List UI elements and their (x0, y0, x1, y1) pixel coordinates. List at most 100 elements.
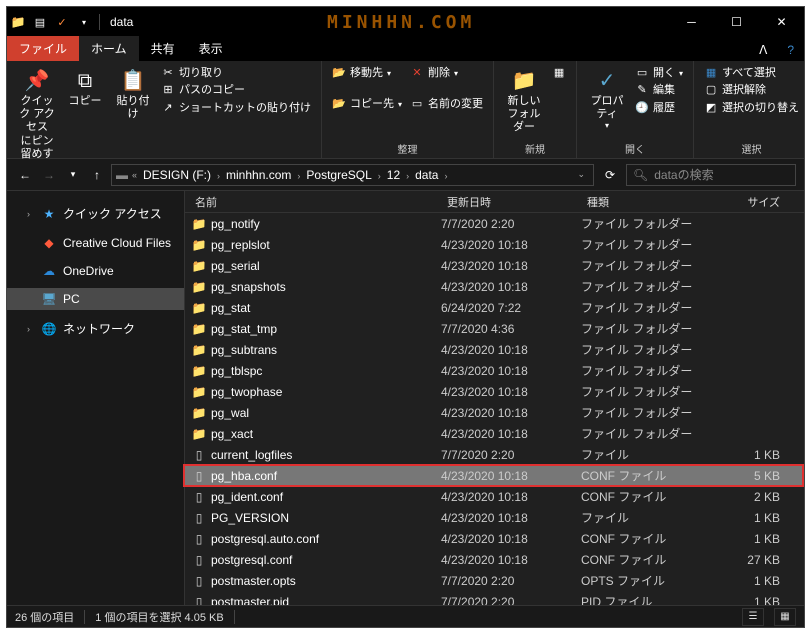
col-size[interactable]: サイズ (707, 194, 804, 210)
paste-shortcut-button[interactable]: ↗ショートカットの貼り付け (161, 100, 311, 117)
file-icon: ▯ (189, 469, 209, 483)
col-name[interactable]: 名前 (185, 194, 437, 210)
file-row[interactable]: ▯postmaster.pid7/7/2020 2:20PID ファイル1 KB (185, 591, 804, 605)
tab-view[interactable]: 表示 (187, 36, 235, 61)
file-row[interactable]: 📁pg_wal4/23/2020 10:18ファイル フォルダー (185, 402, 804, 423)
file-row[interactable]: 📁pg_notify7/7/2020 2:20ファイル フォルダー (185, 213, 804, 234)
file-row[interactable]: ▯postgresql.auto.conf4/23/2020 10:18CONF… (185, 528, 804, 549)
recent-dropdown[interactable]: ▾ (63, 169, 83, 180)
qat-dropdown-icon[interactable]: ▾ (73, 18, 95, 27)
pc-icon: 🖥 (41, 292, 57, 306)
nav-item-cc[interactable]: ◆Creative Cloud Files (7, 232, 184, 254)
new-item-button[interactable]: ▦ (552, 65, 566, 82)
maximize-button[interactable]: ☐ (714, 7, 759, 37)
delete-button[interactable]: ✕削除 ▾ (410, 65, 483, 82)
nav-item-pc[interactable]: 🖥PC (7, 288, 184, 310)
file-row[interactable]: ▯postmaster.opts7/7/2020 2:20OPTS ファイル1 … (185, 570, 804, 591)
col-type[interactable]: 種類 (577, 194, 707, 210)
file-row[interactable]: 📁pg_subtrans4/23/2020 10:18ファイル フォルダー (185, 339, 804, 360)
file-size: 1 KB (711, 532, 804, 546)
file-date: 4/23/2020 10:18 (441, 280, 581, 294)
titlebar[interactable]: 📁 ▤ ✓ ▾ data MINHHN.COM ─ ☐ ✕ (7, 7, 804, 37)
file-row[interactable]: 📁pg_serial4/23/2020 10:18ファイル フォルダー (185, 255, 804, 276)
copy-button[interactable]: ⧉コピー (61, 63, 109, 112)
od-icon: ☁ (41, 264, 57, 278)
back-button[interactable]: ← (15, 168, 35, 182)
file-list[interactable]: 📁pg_notify7/7/2020 2:20ファイル フォルダー📁pg_rep… (185, 213, 804, 605)
nav-item-star[interactable]: ›★クイック アクセス (7, 201, 184, 226)
file-type: CONF ファイル (581, 488, 711, 505)
move-to-button[interactable]: 📂移動先 ▾ (332, 65, 402, 82)
tab-file[interactable]: ファイル (7, 36, 79, 61)
copy-path-button[interactable]: ⊞パスのコピー (161, 82, 311, 99)
nav-item-od[interactable]: ☁OneDrive (7, 260, 184, 282)
select-none-button[interactable]: ▢選択解除 (704, 82, 799, 99)
file-row[interactable]: 📁pg_snapshots4/23/2020 10:18ファイル フォルダー (185, 276, 804, 297)
ribbon-collapse-icon[interactable]: ᐱ (749, 39, 777, 61)
breadcrumb-item[interactable]: DESIGN (F:) (141, 168, 213, 182)
chevron-right-icon[interactable]: › (440, 171, 451, 181)
file-row[interactable]: 📁pg_stat_tmp7/7/2020 4:36ファイル フォルダー (185, 318, 804, 339)
file-row[interactable]: ▯postgresql.conf4/23/2020 10:18CONF ファイル… (185, 549, 804, 570)
file-row[interactable]: 📁pg_tblspc4/23/2020 10:18ファイル フォルダー (185, 360, 804, 381)
group-label: 新規 (500, 139, 570, 158)
chevron-right-icon[interactable]: › (213, 171, 224, 181)
open-button[interactable]: ▭開く ▾ (635, 65, 683, 82)
file-type: ファイル (581, 446, 711, 463)
chevron-right-icon[interactable]: › (402, 171, 413, 181)
icons-view-button[interactable]: ▦ (774, 608, 796, 626)
select-all-button[interactable]: ▦すべて選択 (704, 65, 799, 82)
qat-newfolder-icon[interactable]: ✓ (51, 16, 73, 29)
navigation-pane[interactable]: ›★クイック アクセス ◆Creative Cloud Files ☁OneDriv… (7, 191, 185, 605)
group-label: 開く (583, 139, 687, 158)
nav-item-net[interactable]: ›🌐ネットワーク (7, 316, 184, 341)
paste-button[interactable]: 📋貼り付け (109, 63, 157, 125)
file-date: 7/7/2020 2:20 (441, 217, 581, 231)
invert-selection-button[interactable]: ◩選択の切り替え (704, 100, 799, 117)
file-row[interactable]: 📁pg_xact4/23/2020 10:18ファイル フォルダー (185, 423, 804, 444)
status-bar: 26 個の項目 1 個の項目を選択 4.05 KB ☰ ▦ (7, 605, 804, 627)
file-row[interactable]: 📁pg_stat6/24/2020 7:22ファイル フォルダー (185, 297, 804, 318)
refresh-button[interactable]: ⟳ (598, 168, 622, 182)
col-date[interactable]: 更新日時 (437, 194, 577, 210)
address-dropdown-icon[interactable]: ⌄ (573, 169, 589, 180)
file-row[interactable]: 📁pg_twophase4/23/2020 10:18ファイル フォルダー (185, 381, 804, 402)
file-row[interactable]: 📁pg_replslot4/23/2020 10:18ファイル フォルダー (185, 234, 804, 255)
file-row[interactable]: ▯pg_ident.conf4/23/2020 10:18CONF ファイル2 … (185, 486, 804, 507)
chevron-right-icon[interactable]: › (293, 171, 304, 181)
new-folder-button[interactable]: 📁新しい フォルダー (500, 63, 548, 139)
cut-button[interactable]: ✂切り取り (161, 65, 311, 82)
details-view-button[interactable]: ☰ (742, 608, 764, 626)
file-row[interactable]: ▯current_logfiles7/7/2020 2:20ファイル1 KB (185, 444, 804, 465)
folder-icon: 📁 (189, 322, 209, 336)
edit-button[interactable]: ✎編集 (635, 82, 683, 99)
folder-icon: 📁 (189, 280, 209, 294)
rename-button[interactable]: ▭名前の変更 (410, 96, 483, 113)
close-button[interactable]: ✕ (759, 7, 804, 37)
properties-button[interactable]: ✓プロパティ▾ (583, 63, 631, 135)
cut-icon: ✂ (161, 66, 175, 81)
breadcrumb-item[interactable]: PostgreSQL (304, 168, 373, 182)
search-box[interactable]: 🔍︎ dataの検索 (626, 164, 796, 186)
up-button[interactable]: ↑ (87, 168, 107, 182)
breadcrumb-item[interactable]: minhhn.com (224, 168, 293, 182)
copy-to-button[interactable]: 📂コピー先 ▾ (332, 96, 402, 113)
help-icon[interactable]: ? (777, 39, 804, 61)
address-bar[interactable]: ▬ « DESIGN (F:)›minhhn.com›PostgreSQL›12… (111, 164, 594, 186)
copy-icon: ⧉ (78, 67, 92, 95)
tab-home[interactable]: ホーム (79, 36, 139, 61)
column-headers[interactable]: 名前 更新日時 種類 サイズ (185, 191, 804, 213)
chevron-right-icon[interactable]: › (374, 171, 385, 181)
history-button[interactable]: 🕘履歴 (635, 100, 683, 117)
file-row[interactable]: ▯pg_hba.conf4/23/2020 10:18CONF ファイル5 KB (185, 465, 804, 486)
chevron-right-icon[interactable]: « (128, 170, 141, 180)
file-row[interactable]: ▯PG_VERSION4/23/2020 10:18ファイル1 KB (185, 507, 804, 528)
forward-button[interactable]: → (39, 168, 59, 182)
pin-icon: 📌 (25, 67, 50, 95)
breadcrumb-item[interactable]: 12 (385, 168, 402, 182)
breadcrumb-item[interactable]: data (413, 168, 440, 182)
tab-share[interactable]: 共有 (139, 36, 187, 61)
qat-properties-icon[interactable]: ▤ (29, 16, 51, 29)
explorer-window: 📁 ▤ ✓ ▾ data MINHHN.COM ─ ☐ ✕ ファイル ホーム 共… (6, 6, 805, 628)
minimize-button[interactable]: ─ (669, 7, 714, 37)
